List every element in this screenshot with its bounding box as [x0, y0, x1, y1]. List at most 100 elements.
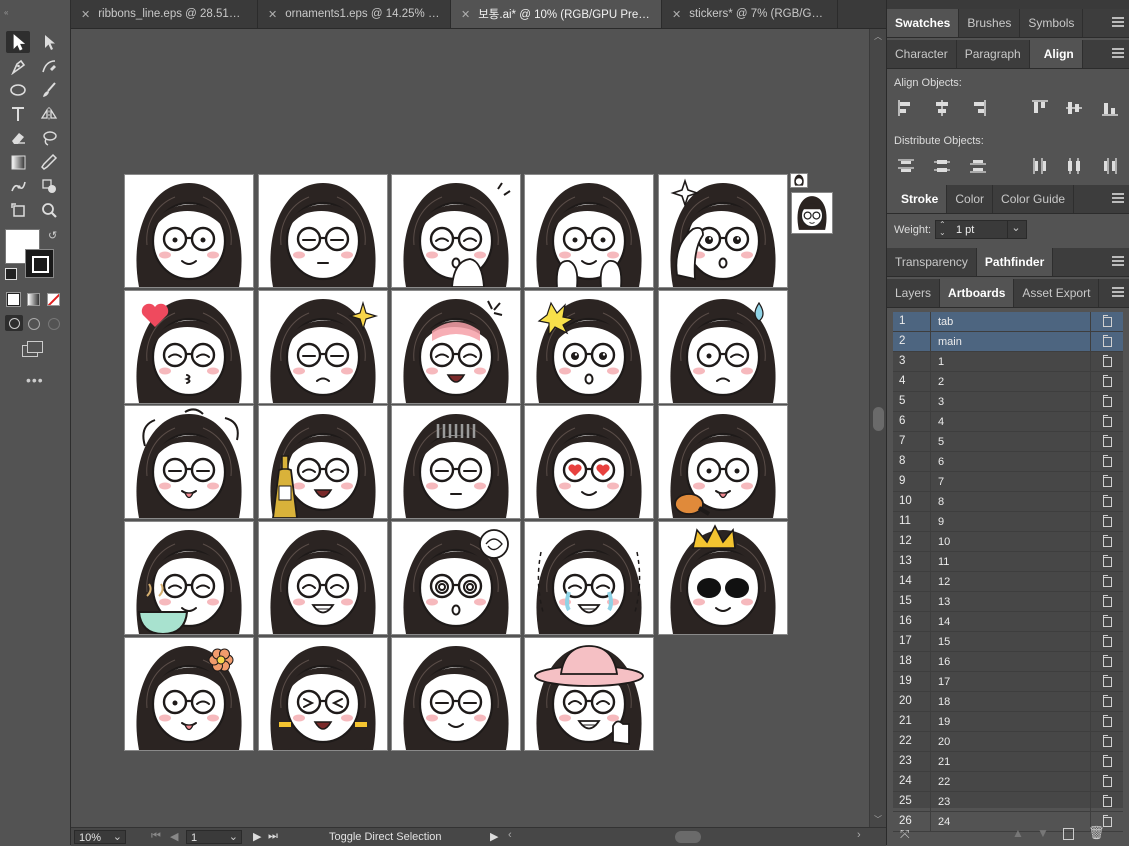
curvature-tool-icon[interactable] — [37, 55, 61, 77]
artboard-row[interactable]: 16 14 — [893, 612, 1123, 632]
artboard-name[interactable]: 12 — [931, 576, 1090, 588]
document-tab[interactable]: ✕ ornaments1.eps @ 14.25% (R... — [258, 0, 451, 28]
artboard-options-icon[interactable] — [1090, 672, 1123, 691]
artboard-number-field[interactable]: 1 ⌄ — [186, 830, 242, 844]
move-down-icon[interactable]: ▼ — [1037, 826, 1049, 840]
artboard-row[interactable]: 25 23 — [893, 792, 1123, 812]
draw-inside-icon[interactable] — [48, 318, 60, 330]
move-up-icon[interactable]: ▲ — [1012, 826, 1024, 840]
artboard-options-icon[interactable] — [1090, 712, 1123, 731]
artboard-name[interactable]: 6 — [931, 456, 1090, 468]
artboard-options-icon[interactable] — [1090, 372, 1123, 391]
artboard-name[interactable]: 11 — [931, 556, 1090, 568]
panel-menu-icon[interactable] — [1112, 193, 1124, 203]
decrement-icon[interactable]: ⌄ — [939, 229, 946, 237]
artboard-row[interactable]: 11 9 — [893, 512, 1123, 532]
horizontal-scroll-thumb[interactable] — [675, 831, 701, 843]
artboard-options-icon[interactable] — [1090, 512, 1123, 531]
artboard-options-icon[interactable] — [1090, 352, 1123, 371]
zoom-field[interactable]: 10% ⌄ — [74, 830, 126, 844]
artboard-options-icon[interactable] — [1090, 732, 1123, 751]
panel-tab-swatches[interactable]: Swatches — [887, 9, 960, 37]
swap-fill-stroke-icon[interactable]: ↺ — [48, 229, 57, 242]
sticker-artboard-messy-hair[interactable] — [125, 406, 253, 518]
zoom-tool-icon[interactable] — [37, 199, 61, 221]
lasso-tool-icon[interactable] — [37, 127, 61, 149]
reflect-tool-icon[interactable] — [37, 103, 61, 125]
panel-tab-stroke[interactable]: Stroke — [887, 185, 948, 213]
sticker-artboard-neutral[interactable] — [259, 175, 387, 287]
sticker-artboard-sunglasses-crown[interactable] — [659, 522, 787, 634]
sticker-artboard-smile[interactable] — [125, 175, 253, 287]
artboard-row[interactable]: 12 10 — [893, 532, 1123, 552]
artboard-options-icon[interactable] — [1090, 472, 1123, 491]
artboard-name[interactable]: 7 — [931, 476, 1090, 488]
gradient-mode-icon[interactable] — [27, 293, 40, 306]
artboard-options-icon[interactable] — [1090, 312, 1123, 331]
sticker-artboard-angry-blush[interactable] — [392, 291, 520, 403]
weight-stepper[interactable]: ⌃ ⌄ 1 pt ⌄ — [935, 220, 1027, 239]
artboard-options-icon[interactable] — [1090, 492, 1123, 511]
artboard-row[interactable]: 64 — [893, 412, 1123, 432]
document-tab[interactable]: ✕ 보통.ai* @ 10% (RGB/GPU Preview) — [451, 0, 662, 28]
artboard-tool-icon[interactable] — [6, 199, 30, 221]
sticker-artboard-salute-sparkle[interactable] — [659, 175, 787, 287]
close-icon[interactable]: ✕ — [672, 8, 681, 21]
artboard-options-icon[interactable] — [1090, 572, 1123, 591]
sticker-artboard-coffee-cup[interactable] — [125, 522, 253, 634]
artboard-name[interactable]: 16 — [931, 656, 1090, 668]
artboard-row[interactable]: 42 — [893, 372, 1123, 392]
new-artboard-icon[interactable] — [1063, 828, 1074, 840]
artboard-name[interactable]: 21 — [931, 756, 1090, 768]
draw-behind-icon[interactable] — [28, 318, 40, 330]
artboard-name[interactable]: 19 — [931, 716, 1090, 728]
tab-artboard[interactable] — [791, 174, 807, 187]
sticker-artboard-drink-bottle[interactable] — [259, 406, 387, 518]
canvas[interactable] — [71, 29, 869, 827]
artboard-row[interactable]: 10 8 — [893, 492, 1123, 512]
artboard-name[interactable]: 4 — [931, 416, 1090, 428]
distribute-vertical-center-icon[interactable] — [933, 157, 951, 175]
artboard-row[interactable]: 97 — [893, 472, 1123, 492]
artboard-row[interactable]: 2 main — [893, 332, 1123, 352]
artboard-row[interactable]: 75 — [893, 432, 1123, 452]
vertical-align-bottom-icon[interactable] — [1101, 99, 1119, 117]
artboard-row[interactable]: 19 17 — [893, 672, 1123, 692]
sticker-artboard-excited-pigtails[interactable] — [259, 638, 387, 750]
artboard-options-icon[interactable] — [1090, 792, 1123, 811]
main-artboard[interactable] — [792, 193, 832, 233]
artboard-options-icon[interactable] — [1090, 692, 1123, 711]
vertical-align-center-icon[interactable] — [1065, 99, 1083, 117]
paintbrush-tool-icon[interactable] — [37, 79, 61, 101]
panel-tab-color[interactable]: Color — [947, 185, 994, 213]
distribute-top-icon[interactable] — [897, 157, 915, 175]
artboard-name[interactable]: 20 — [931, 736, 1090, 748]
artboard-options-icon[interactable] — [1090, 412, 1123, 431]
panel-tab-align[interactable]: Align — [1029, 40, 1083, 68]
artboard-name[interactable]: 17 — [931, 676, 1090, 688]
artboard-row[interactable]: 1 tab — [893, 312, 1123, 332]
document-tab[interactable]: ✕stickers* @ 7% (RGB/GPU Pre... — [662, 0, 838, 28]
panel-tab-color-guide[interactable]: Color Guide — [993, 185, 1075, 213]
artboard-name[interactable]: tab — [931, 316, 1090, 328]
document-tab[interactable]: ✕ ribbons_line.eps @ 28.51% (R... — [71, 0, 258, 28]
type-tool-icon[interactable] — [6, 103, 30, 125]
scrollbar-thumb[interactable] — [873, 407, 884, 431]
vertical-scrollbar[interactable]: ︿ ﹀ — [869, 29, 886, 827]
artboard-row[interactable]: 18 16 — [893, 652, 1123, 672]
artboard-options-icon[interactable] — [1090, 552, 1123, 571]
hscroll-right-icon[interactable]: › — [857, 829, 861, 841]
edit-toolbar-icon[interactable]: ••• — [26, 372, 44, 388]
artboard-options-icon[interactable] — [1090, 332, 1123, 351]
sticker-artboard-heart-kiss[interactable] — [125, 291, 253, 403]
puppet-warp-tool-icon[interactable] — [6, 175, 30, 197]
horizontal-align-left-icon[interactable] — [897, 99, 915, 117]
panel-tab-paragraph[interactable]: Paragraph — [957, 40, 1030, 68]
vertical-align-top-icon[interactable] — [1031, 99, 1049, 117]
artboard-row[interactable]: 24 22 — [893, 772, 1123, 792]
color-mode-icon[interactable] — [7, 293, 20, 306]
panel-tab-pathfinder[interactable]: Pathfinder — [976, 248, 1054, 276]
horizontal-align-center-icon[interactable] — [933, 99, 951, 117]
panel-menu-icon[interactable] — [1112, 48, 1124, 58]
gradient-tool-icon[interactable] — [6, 151, 30, 173]
